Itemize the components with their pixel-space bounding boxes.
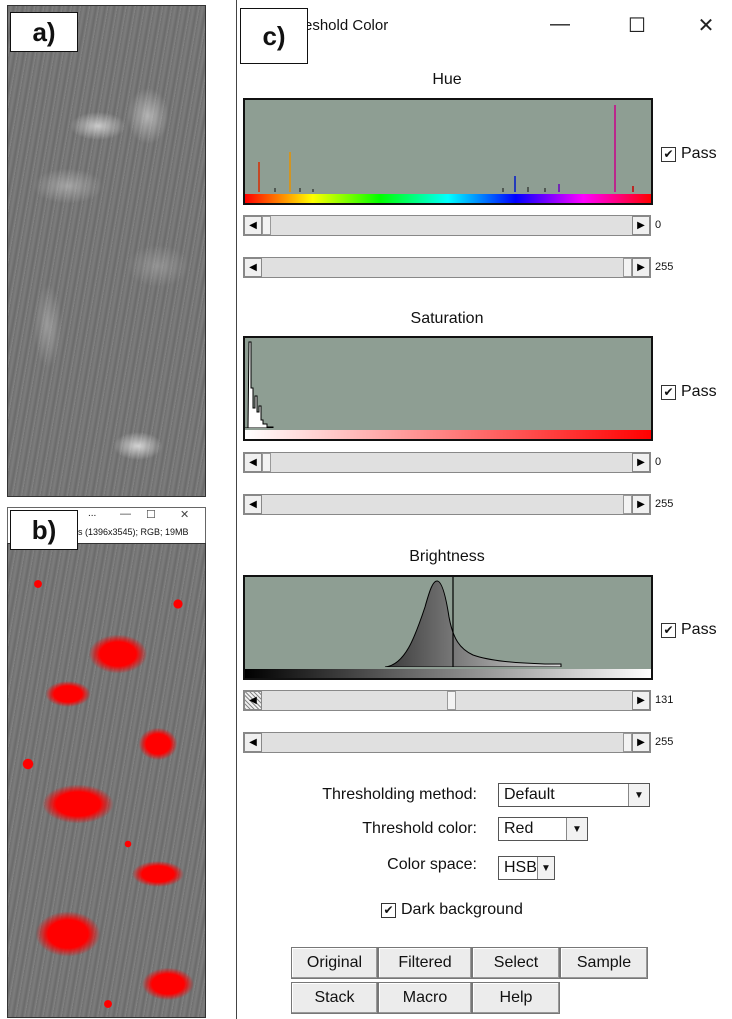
saturation-max-thumb[interactable]: [623, 495, 632, 514]
brightness-histogram: [243, 575, 653, 680]
panel-label-b: b): [10, 510, 78, 550]
hue-pass-checkbox[interactable]: ✔: [661, 146, 676, 162]
brightness-max-slider[interactable]: ◀ ▶: [243, 732, 651, 753]
brightness-histogram-plot: [384, 577, 562, 667]
arrow-left-icon[interactable]: ◀: [244, 258, 262, 277]
color-space-value: HSB: [504, 859, 537, 876]
arrow-left-icon[interactable]: ◀: [244, 216, 262, 235]
hue-pass-label: Pass: [681, 145, 717, 162]
arrow-left-icon[interactable]: ◀: [244, 495, 262, 514]
threshold-color-label: Threshold color:: [362, 820, 477, 837]
saturation-min-value: 0: [655, 456, 662, 468]
arrow-right-icon[interactable]: ▶: [632, 495, 650, 514]
thresholding-method-value: Default: [504, 786, 555, 803]
threshold-color-select[interactable]: Red ▼: [498, 817, 588, 841]
saturation-pass-checkbox[interactable]: ✔: [661, 384, 676, 400]
hue-pass[interactable]: ✔ Pass: [661, 145, 717, 163]
minimize-button[interactable]: —: [545, 13, 575, 36]
brightness-title: Brightness: [409, 548, 485, 565]
thresholding-method-select[interactable]: Default ▼: [498, 783, 650, 807]
dark-background-option[interactable]: ✔ Dark background: [381, 901, 523, 919]
arrow-left-icon[interactable]: ◀: [244, 691, 262, 710]
color-space-label: Color space:: [387, 856, 477, 873]
saturation-histogram: [243, 336, 653, 441]
brightness-min-thumb[interactable]: [447, 691, 456, 710]
brightness-min-slider[interactable]: ◀ ▶: [243, 690, 651, 711]
saturation-max-value: 255: [655, 498, 674, 510]
thresholding-method-label: Thresholding method:: [322, 786, 477, 803]
saturation-gradient-bar: [245, 430, 651, 439]
hue-max-value: 255: [655, 261, 674, 273]
hue-min-value: 0: [655, 219, 662, 231]
hue-min-thumb[interactable]: [262, 216, 271, 235]
hue-title: Hue: [432, 71, 462, 88]
threshold-color-window: reshold Color — ☐ ✕ Hue ✔ Pass ◀ ▶ 0 ◀ ▶…: [236, 0, 732, 1019]
arrow-right-icon[interactable]: ▶: [632, 733, 650, 752]
brightness-max-thumb[interactable]: [623, 733, 632, 752]
arrow-right-icon[interactable]: ▶: [632, 453, 650, 472]
image-b-title: ...: [88, 508, 97, 519]
minimize-icon[interactable]: —: [120, 508, 131, 520]
sample-button[interactable]: Sample: [560, 947, 648, 979]
window-title: reshold Color: [299, 17, 389, 34]
maximize-button[interactable]: ☐: [622, 13, 652, 38]
filtered-button[interactable]: Filtered: [378, 947, 472, 979]
color-space-select[interactable]: HSB ▼: [498, 856, 555, 880]
image-thresholded: [7, 543, 206, 1018]
arrow-left-icon[interactable]: ◀: [244, 733, 262, 752]
chevron-down-icon[interactable]: ▼: [536, 857, 554, 879]
dark-background-checkbox[interactable]: ✔: [381, 902, 396, 918]
brightness-pass[interactable]: ✔ Pass: [661, 621, 717, 639]
brightness-min-value: 131: [655, 694, 674, 706]
hue-histogram: [243, 98, 653, 205]
arrow-left-icon[interactable]: ◀: [244, 453, 262, 472]
stack-button[interactable]: Stack: [291, 982, 378, 1014]
chevron-down-icon[interactable]: ▼: [628, 784, 649, 806]
saturation-pass-label: Pass: [681, 383, 717, 400]
saturation-max-slider[interactable]: ◀ ▶: [243, 494, 651, 515]
hue-min-slider[interactable]: ◀ ▶: [243, 215, 651, 236]
panel-label-a: a): [10, 12, 78, 52]
dark-background-label: Dark background: [401, 901, 523, 918]
panel-label-c: c): [240, 8, 308, 64]
macro-button[interactable]: Macro: [378, 982, 472, 1014]
hue-max-slider[interactable]: ◀ ▶: [243, 257, 651, 278]
threshold-color-value: Red: [504, 820, 534, 837]
saturation-min-thumb[interactable]: [262, 453, 271, 472]
arrow-right-icon[interactable]: ▶: [632, 216, 650, 235]
close-icon[interactable]: ✕: [180, 508, 189, 521]
saturation-min-slider[interactable]: ◀ ▶: [243, 452, 651, 473]
original-button[interactable]: Original: [291, 947, 378, 979]
brightness-pass-checkbox[interactable]: ✔: [661, 622, 676, 638]
brightness-pass-label: Pass: [681, 621, 717, 638]
saturation-histogram-plot: [245, 341, 274, 428]
hue-max-thumb[interactable]: [623, 258, 632, 277]
arrow-right-icon[interactable]: ▶: [632, 691, 650, 710]
close-button[interactable]: ✕: [691, 13, 721, 38]
select-button[interactable]: Select: [472, 947, 560, 979]
brightness-gradient-bar: [245, 669, 651, 678]
saturation-title: Saturation: [410, 310, 484, 327]
saturation-pass[interactable]: ✔ Pass: [661, 383, 717, 401]
help-button[interactable]: Help: [472, 982, 560, 1014]
hue-spectrum-bar: [245, 194, 651, 203]
arrow-right-icon[interactable]: ▶: [632, 258, 650, 277]
maximize-icon[interactable]: ☐: [146, 508, 156, 521]
hue-histogram-plot: [258, 105, 634, 192]
image-b-info: s (1396x3545); RGB; 19MB: [78, 527, 189, 537]
image-original: [7, 5, 206, 497]
brightness-max-value: 255: [655, 736, 674, 748]
chevron-down-icon[interactable]: ▼: [566, 818, 587, 840]
